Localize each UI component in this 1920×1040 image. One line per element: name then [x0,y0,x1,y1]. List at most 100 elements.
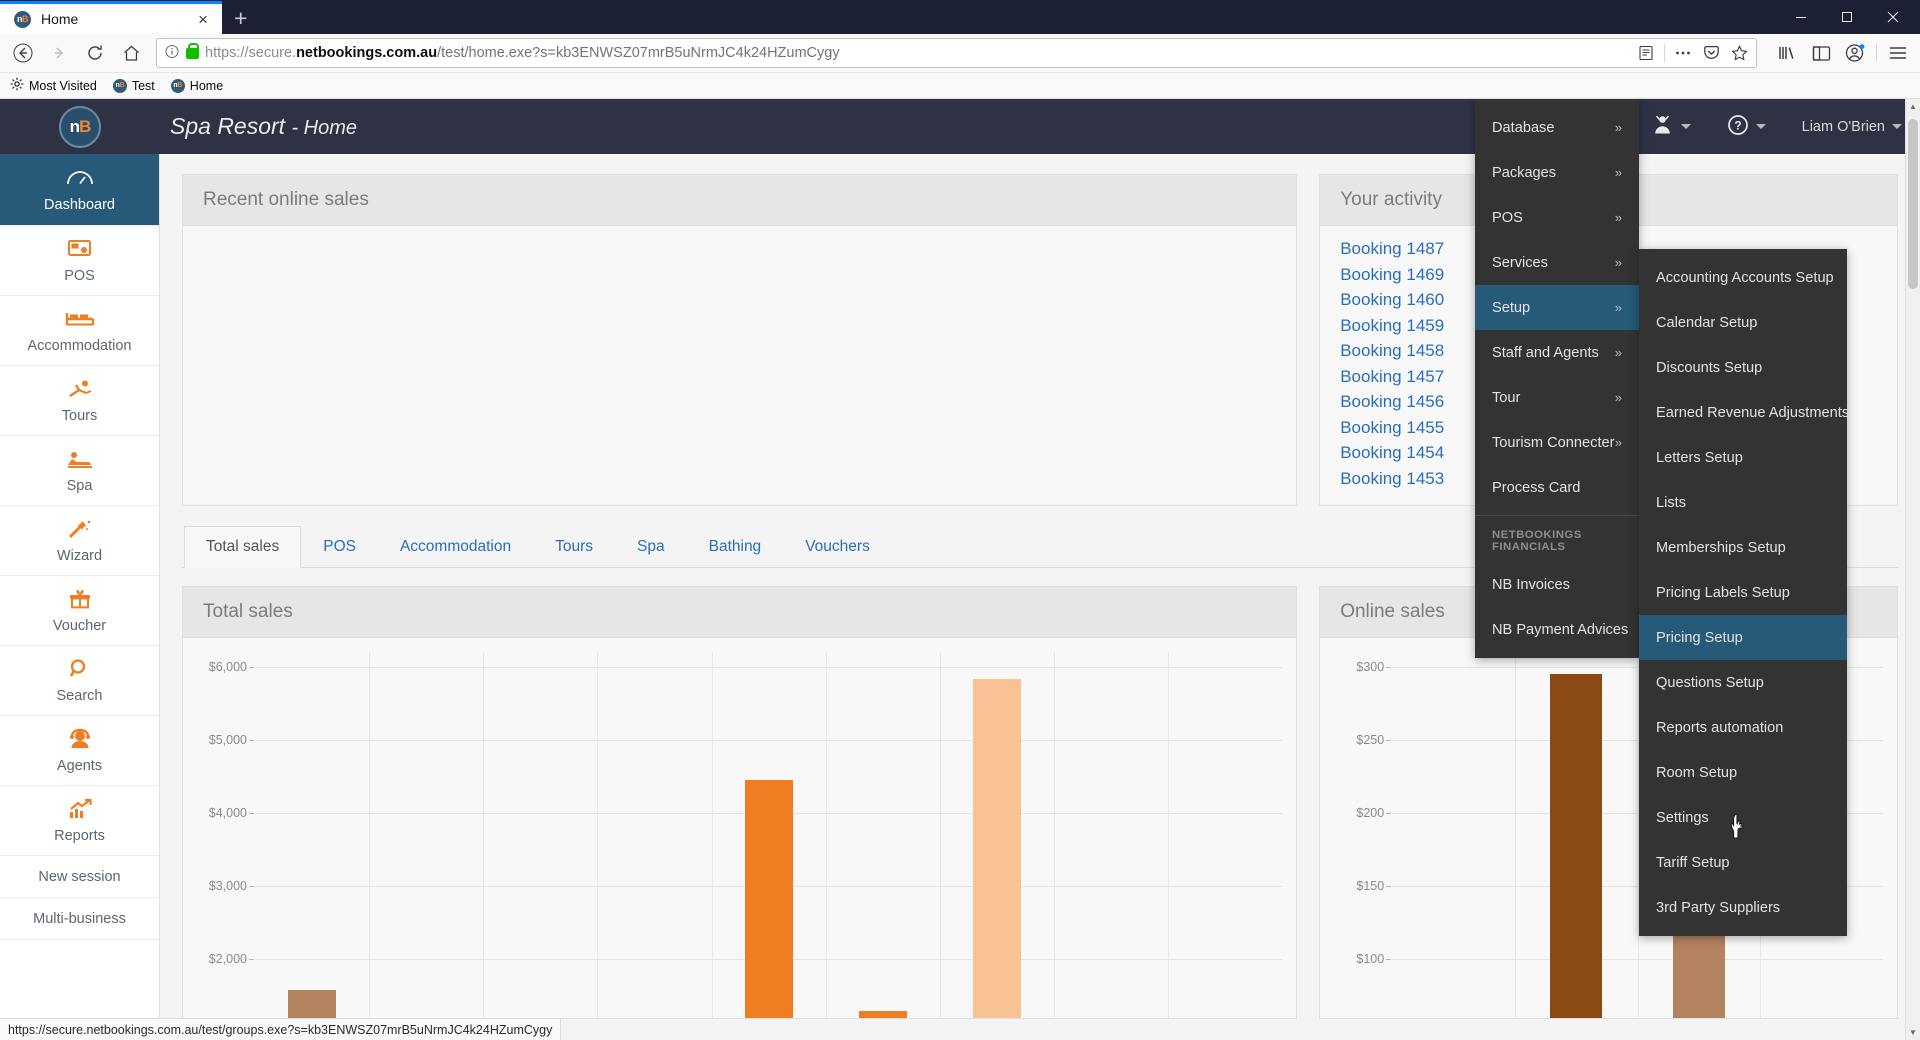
back-icon[interactable] [6,36,40,70]
chart-bar[interactable] [972,679,1021,1018]
list-item[interactable]: Booking 1454 [1340,440,1444,466]
home-icon[interactable] [114,36,148,70]
menu-item-tour[interactable]: Tour» [1475,375,1639,420]
menu-item-pos[interactable]: POS» [1475,195,1639,240]
user-admin-menu-button[interactable] [1633,99,1709,154]
chart-bar[interactable] [858,1011,907,1018]
menu-item-nb-payment-advices[interactable]: NB Payment Advices [1475,607,1639,652]
hamburger-menu-icon[interactable] [1882,37,1914,69]
sidebar-toggle-icon[interactable] [1805,37,1837,69]
bookmark-most-visited[interactable]: Most Visited [10,77,97,94]
menu-item-settings[interactable]: Settings [1639,795,1847,840]
y-axis-tick-label: $150 [1356,879,1391,894]
sidebar-item-agents[interactable]: Agents [0,716,159,786]
bookmark-test[interactable]: nB Test [112,78,155,93]
scroll-down-icon[interactable]: ▼ [1906,1025,1920,1040]
menu-item-tariff-setup[interactable]: Tariff Setup [1639,840,1847,885]
menu-item-lists[interactable]: Lists [1639,480,1847,525]
minimize-icon[interactable] [1778,0,1824,34]
browser-navbar: https://secure.netbookings.com.au/test/h… [0,34,1920,73]
account-icon[interactable] [1839,37,1871,69]
app-logo[interactable]: nB [0,99,160,154]
menu-item-earned-revenue-adjustments[interactable]: Earned Revenue Adjustments [1639,390,1849,435]
reload-icon[interactable] [78,36,112,70]
url-text[interactable]: https://secure.netbookings.com.au/test/h… [205,45,1627,61]
bookmark-home[interactable]: nB Home [170,78,223,93]
list-item[interactable]: Booking 1460 [1340,287,1444,313]
scroll-up-icon[interactable]: ▲ [1906,99,1920,114]
menu-item-room-setup[interactable]: Room Setup [1639,750,1847,795]
chart-bar[interactable] [744,780,793,1018]
close-icon[interactable]: × [194,9,212,30]
list-item[interactable]: Booking 1453 [1340,466,1444,492]
library-icon[interactable] [1771,37,1803,69]
menu-item-3rd-party-suppliers[interactable]: 3rd Party Suppliers [1639,885,1847,930]
menu-item-questions-setup[interactable]: Questions Setup [1639,660,1847,705]
tab-accommodation[interactable]: Accommodation [378,526,533,568]
total-sales-chart-card: Total sales $2,000 $3,000 $4,000 $5,000 $6,0… [182,586,1298,1019]
submenu-arrow-icon: » [1614,300,1622,315]
scrollbar-thumb[interactable] [1908,119,1918,289]
tab-pos[interactable]: POS [301,526,378,568]
account-menu-button[interactable]: Liam O'Brien [1784,99,1920,154]
sidebar-item-accommodation[interactable]: Accommodation [0,296,159,366]
list-item[interactable]: Booking 1459 [1340,313,1444,339]
sidebar-item-search[interactable]: Search [0,646,159,716]
sidebar-item-new-session[interactable]: New session [0,856,159,898]
forward-icon[interactable] [42,36,76,70]
pocket-icon[interactable] [1698,40,1724,66]
submenu-arrow-icon: » [1614,390,1622,405]
list-item[interactable]: Booking 1455 [1340,415,1444,441]
help-menu-button[interactable]: ? [1709,99,1784,154]
menu-item-discounts-setup[interactable]: Discounts Setup [1639,345,1847,390]
reader-view-icon[interactable] [1633,40,1659,66]
menu-item-reports-automation[interactable]: Reports automation [1639,705,1847,750]
menu-item-memberships-setup[interactable]: Memberships Setup [1639,525,1847,570]
tab-vouchers[interactable]: Vouchers [783,526,892,568]
menu-item-pricing-labels-setup[interactable]: Pricing Labels Setup [1639,570,1847,615]
page-actions-icon[interactable] [1670,40,1696,66]
menu-item-services[interactable]: Services» [1475,240,1639,285]
y-axis-tick-label: $4,000 [208,806,255,821]
bookmark-star-icon[interactable] [1726,40,1752,66]
menu-item-staff-and-agents[interactable]: Staff and Agents» [1475,330,1639,375]
sidebar-item-multi-business[interactable]: Multi-business [0,898,159,940]
sidebar-item-reports[interactable]: Reports [0,786,159,856]
sidebar-item-tours[interactable]: Tours [0,366,159,436]
tab-bathing[interactable]: Bathing [687,526,784,568]
maximize-icon[interactable] [1824,0,1870,34]
list-item[interactable]: Booking 1457 [1340,364,1444,390]
page-info-icon[interactable] [165,44,180,62]
list-item[interactable]: Booking 1456 [1340,389,1444,415]
menu-item-pricing-setup[interactable]: Pricing Setup [1639,615,1847,660]
tab-spa[interactable]: Spa [615,526,687,568]
menu-item-letters-setup[interactable]: Letters Setup [1639,435,1847,480]
sidebar-item-pos[interactable]: POS [0,226,159,296]
sidebar-item-voucher[interactable]: Voucher [0,576,159,646]
menu-item-nb-invoices[interactable]: NB Invoices [1475,562,1639,607]
tab-tours[interactable]: Tours [533,526,615,568]
list-item[interactable]: Booking 1458 [1340,338,1444,364]
menu-item-tourism-connecter[interactable]: Tourism Connecter» [1475,420,1639,465]
sidebar-item-dashboard[interactable]: Dashboard [0,154,159,226]
sidebar-item-wizard[interactable]: Wizard [0,506,159,576]
menu-item-process-card[interactable]: Process Card [1475,465,1639,510]
tab-total-sales[interactable]: Total sales [184,526,302,568]
menu-item-database[interactable]: Database» [1475,105,1639,150]
close-window-icon[interactable] [1870,0,1916,34]
list-item[interactable]: Booking 1469 [1340,262,1444,288]
browser-tab-home[interactable]: nB Home × [0,1,222,34]
page-scrollbar[interactable]: ▲ ▼ [1905,99,1920,1040]
sidebar-item-label: Search [56,688,103,704]
menu-item-setup[interactable]: Setup» [1475,285,1639,330]
menu-item-calendar-setup[interactable]: Calendar Setup [1639,300,1847,345]
list-item[interactable]: Booking 1487 [1340,236,1444,262]
chart-title: Total sales [183,587,1297,638]
chart-bar[interactable] [288,990,337,1018]
new-tab-button[interactable]: + [222,7,259,34]
menu-item-accounting-accounts-setup[interactable]: Accounting Accounts Setup [1639,255,1847,300]
address-bar[interactable]: https://secure.netbookings.com.au/test/h… [156,38,1757,68]
chart-bar[interactable] [1550,673,1603,1018]
menu-item-packages[interactable]: Packages» [1475,150,1639,195]
sidebar-item-spa[interactable]: Spa [0,436,159,506]
